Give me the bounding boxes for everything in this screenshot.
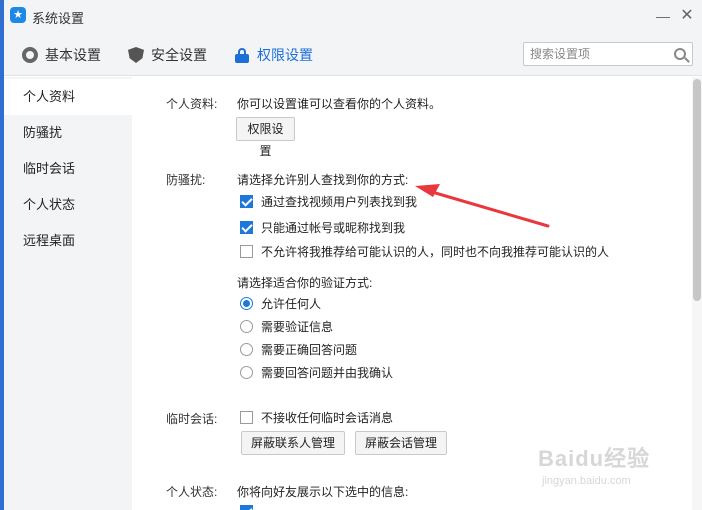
watermark-logo: Baidu经验: [538, 446, 651, 471]
sidebar-item-anti-harass[interactable]: 防骚扰: [4, 115, 132, 151]
tab-security-label: 安全设置: [151, 47, 207, 63]
radio-button[interactable]: [240, 365, 253, 379]
profile-description: 你可以设置谁可以查看你的个人资料。: [237, 97, 442, 111]
checkbox[interactable]: [240, 220, 253, 234]
checkbox[interactable]: [240, 244, 253, 258]
title-bar: ★ 系统设置 — ✕: [4, 0, 702, 32]
block-contacts-button[interactable]: 屏蔽联系人管理: [241, 431, 345, 455]
option-label: 不接收任何临时会话消息: [261, 410, 394, 425]
verify-option-answer-confirm[interactable]: 需要回答问题并由我确认: [240, 363, 393, 381]
verify-method-prompt: 请选择适合你的验证方式:: [237, 276, 373, 290]
watermark-url: jingyan.baidu.com: [542, 475, 631, 487]
option-label: 需要正确回答问题: [261, 342, 358, 357]
option-label: 只能通过帐号或昵称找到我: [261, 220, 406, 235]
scroll-thumb[interactable]: [693, 79, 701, 301]
sidebar-item-status[interactable]: 个人状态: [4, 187, 132, 223]
option-label: 允许任何人: [261, 296, 322, 311]
verify-option-anyone[interactable]: 允许任何人: [240, 294, 321, 312]
checkbox[interactable]: [240, 410, 253, 424]
find-option-no-recommend[interactable]: 不允许将我推荐给可能认识的人，同时也不向我推荐可能认识的人: [240, 242, 609, 260]
status-option[interactable]: [240, 502, 261, 510]
checkbox[interactable]: [240, 194, 253, 208]
profile-section-label: 个人资料:: [166, 97, 218, 111]
radio-button[interactable]: [240, 319, 253, 333]
shield-icon: [128, 47, 144, 63]
gear-icon: [22, 47, 38, 63]
option-label: 需要验证信息: [261, 319, 334, 334]
find-option-video-list[interactable]: 通过查找视频用户列表找到我: [240, 192, 417, 210]
lock-icon: [234, 47, 250, 63]
find-method-prompt: 请选择允许别人查找到你的方式:: [237, 173, 409, 187]
tab-basic-label: 基本设置: [45, 47, 101, 63]
radio-button[interactable]: [240, 296, 253, 310]
status-description: 你将向好友展示以下选中的信息:: [237, 485, 409, 499]
vertical-scrollbar[interactable]: [692, 77, 702, 510]
temp-session-block-option[interactable]: 不接收任何临时会话消息: [240, 408, 393, 426]
profile-permission-button[interactable]: 权限设置: [236, 117, 295, 158]
sidebar-item-temp-session[interactable]: 临时会话: [4, 151, 132, 187]
sidebar-item-profile[interactable]: 个人资料: [4, 79, 132, 115]
sidebar-item-remote-desktop[interactable]: 远程桌面: [4, 223, 132, 259]
top-toolbar: 基本设置 安全设置 权限设置: [4, 32, 702, 76]
temp-session-section-label: 临时会话:: [166, 412, 218, 426]
app-star-icon: ★: [10, 7, 26, 23]
window-title: 系统设置: [32, 11, 85, 26]
checkbox[interactable]: [240, 504, 253, 510]
verify-option-answer[interactable]: 需要正确回答问题: [240, 340, 357, 358]
settings-window: ★ 系统设置 — ✕ 基本设置 安全设置 权限设置 个人资料 防骚扰 临时会话 …: [0, 0, 702, 510]
tab-permission-label: 权限设置: [257, 47, 313, 63]
search-icon[interactable]: [674, 48, 686, 60]
sidebar: 个人资料 防骚扰 临时会话 个人状态 远程桌面: [4, 77, 132, 510]
option-label: 通过查找视频用户列表找到我: [261, 194, 418, 209]
tab-permission-settings[interactable]: 权限设置: [234, 44, 313, 66]
option-label: 需要回答问题并由我确认: [261, 365, 394, 380]
minimize-button[interactable]: —: [652, 6, 674, 26]
tab-security-settings[interactable]: 安全设置: [128, 44, 207, 66]
block-sessions-button[interactable]: 屏蔽会话管理: [355, 431, 447, 455]
find-option-account-only[interactable]: 只能通过帐号或昵称找到我: [240, 218, 405, 236]
status-section-label: 个人状态:: [166, 485, 218, 499]
baidu-watermark: Baidu经验 jingyan.baidu.com: [532, 435, 692, 495]
option-label: 不允许将我推荐给可能认识的人，同时也不向我推荐可能认识的人: [261, 244, 610, 259]
search-box: [523, 42, 693, 66]
radio-button[interactable]: [240, 342, 253, 356]
tab-basic-settings[interactable]: 基本设置: [22, 44, 101, 66]
search-input[interactable]: [530, 46, 664, 62]
verify-option-message[interactable]: 需要验证信息: [240, 317, 333, 335]
close-button[interactable]: ✕: [676, 6, 698, 26]
anti-harass-section-label: 防骚扰:: [166, 173, 206, 187]
